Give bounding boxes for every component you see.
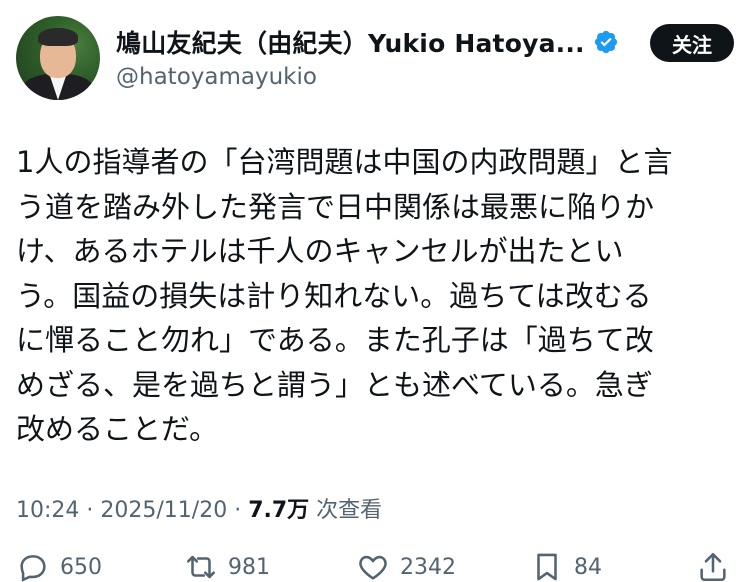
- meta-separator: ·: [79, 498, 101, 523]
- reply-button[interactable]: 650: [16, 550, 102, 582]
- reply-icon: [20, 555, 46, 582]
- verified-badge-icon: [594, 30, 617, 54]
- share-button[interactable]: [696, 550, 730, 582]
- meta-separator-2: ·: [227, 498, 249, 523]
- like-button[interactable]: 2342: [356, 550, 456, 582]
- tweet-date[interactable]: 2025/11/20: [100, 498, 227, 523]
- views-count: 7.7万: [248, 498, 310, 523]
- display-name[interactable]: 鳩山友紀夫（由紀夫）Yukio Hatoya...: [116, 24, 585, 60]
- bookmark-icon: [537, 553, 557, 581]
- reply-count: 650: [60, 554, 102, 580]
- retweet-icon: [186, 555, 216, 579]
- tweet-page: 鳩山友紀夫（由紀夫）Yukio Hatoya... @hatoyamayukio…: [0, 0, 750, 582]
- name-row: 鳩山友紀夫（由紀夫）Yukio Hatoya...: [116, 24, 619, 60]
- retweet-count: 981: [228, 554, 270, 580]
- tweet-text: 1人の指導者の「台湾問題は中国の内政問題」と言 う道を踏み外した発言で日中関係は…: [16, 145, 673, 446]
- share-icon: [700, 552, 726, 582]
- tweet-meta: 10:24 · 2025/11/20 · 7.7万 次查看: [16, 492, 382, 524]
- action-bar: 650 981 2342 84: [16, 550, 734, 582]
- tweet-header: 鳩山友紀夫（由紀夫）Yukio Hatoya... @hatoyamayukio…: [16, 16, 734, 100]
- heart-icon: [359, 555, 387, 580]
- avatar-hair: [38, 28, 78, 46]
- retweet-button[interactable]: 981: [184, 550, 270, 582]
- user-handle[interactable]: @hatoyamayukio: [116, 64, 317, 90]
- tweet-time[interactable]: 10:24: [16, 498, 79, 523]
- views-label: 次查看: [309, 498, 383, 523]
- avatar[interactable]: [16, 16, 100, 100]
- like-count: 2342: [400, 554, 456, 580]
- follow-button[interactable]: 关注: [650, 24, 734, 62]
- bookmark-button[interactable]: 84: [530, 550, 602, 582]
- bookmark-count: 84: [574, 554, 602, 580]
